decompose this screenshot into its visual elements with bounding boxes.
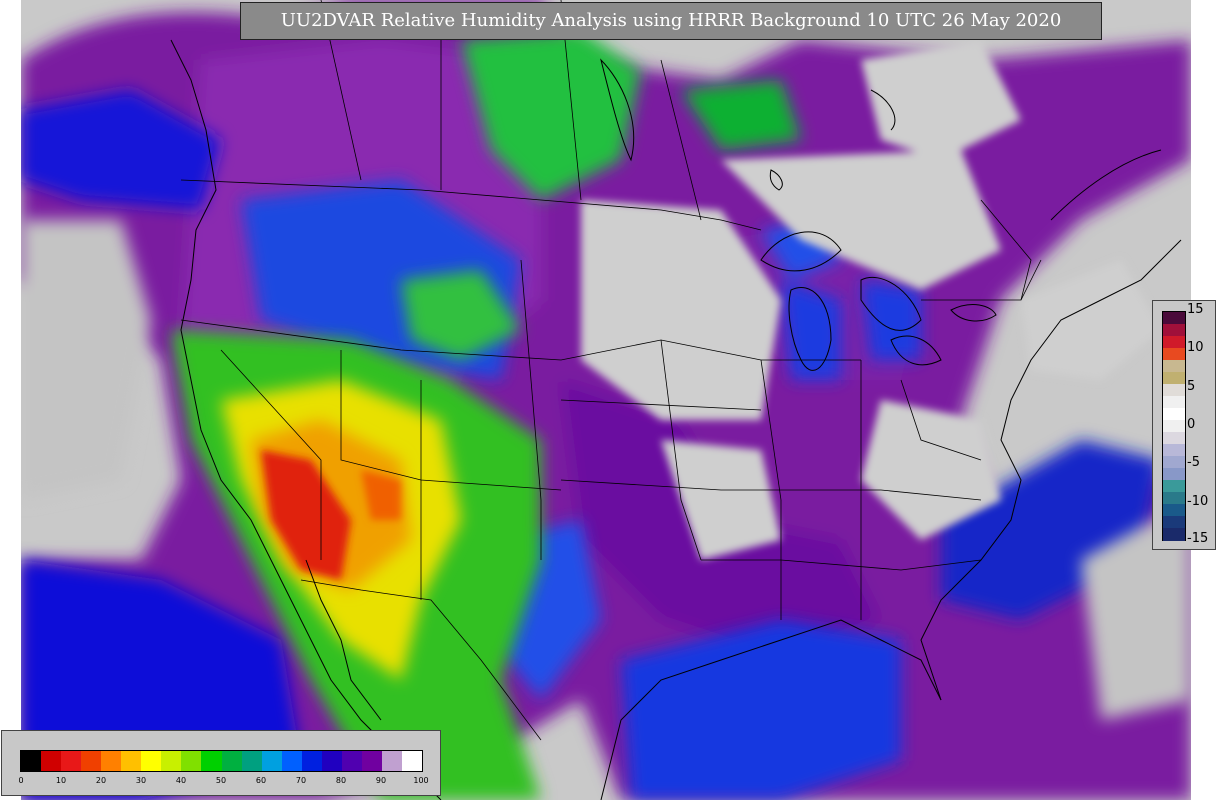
rh-colorbar-swatch — [401, 751, 422, 771]
map-title: UU2DVAR Relative Humidity Analysis using… — [240, 2, 1102, 40]
rh-tick-90: 90 — [375, 776, 387, 785]
rh-colorbar-swatch — [121, 751, 142, 771]
rh-colorbar-swatch — [161, 751, 182, 771]
rh-colorbar-swatch — [61, 751, 82, 771]
difference-colorbar-swatch — [1163, 396, 1185, 409]
rh-colorbar-swatch — [101, 751, 122, 771]
rh-tick-40: 40 — [175, 776, 187, 785]
rh-tick-0: 0 — [18, 776, 24, 785]
rh-colorbar-swatch — [281, 751, 303, 771]
difference-colorbar-swatch — [1163, 468, 1185, 481]
rh-colorbar-swatch — [21, 751, 42, 771]
difference-colorbar-swatch — [1163, 444, 1185, 457]
rh-tick-20: 20 — [95, 776, 107, 785]
diff-tick-10: 10 — [1187, 340, 1204, 355]
rh-colorbar-swatch — [221, 751, 243, 771]
rh-colorbar-swatch — [241, 751, 263, 771]
difference-colorbar-swatch — [1163, 348, 1185, 361]
diff-tick-m10: -10 — [1187, 494, 1209, 509]
diff-tick-15: 15 — [1187, 302, 1204, 317]
difference-colorbar-swatch — [1163, 372, 1185, 385]
difference-colorbar-swatch — [1163, 336, 1185, 349]
rh-colorbar-swatch — [321, 751, 343, 771]
difference-colorbar-swatch — [1163, 480, 1185, 493]
difference-colorbar-swatch — [1163, 432, 1185, 445]
difference-colorbar-swatch — [1163, 324, 1185, 337]
rh-colorbar-swatch — [141, 751, 162, 771]
difference-colorbar-swatch — [1163, 516, 1185, 529]
difference-colorbar-swatch — [1163, 360, 1185, 373]
rh-colorbar-swatch — [201, 751, 222, 771]
difference-colorbar-swatch — [1163, 312, 1185, 325]
rh-colorbar-swatch — [181, 751, 202, 771]
difference-colorbar-swatch — [1163, 456, 1185, 469]
difference-colorbar-swatch — [1163, 408, 1185, 421]
rh-tick-100: 100 — [413, 776, 429, 785]
rh-colorbar-swatch — [361, 751, 383, 771]
map-canvas — [21, 0, 1191, 800]
rh-colorbar-scale — [20, 750, 423, 772]
rh-colorbar-swatch — [381, 751, 403, 771]
rh-tick-50: 50 — [215, 776, 227, 785]
rh-colorbar: 0 10 20 30 40 50 60 70 80 90 100 — [1, 730, 441, 796]
rh-tick-60: 60 — [255, 776, 267, 785]
difference-colorbar-swatch — [1163, 528, 1185, 541]
rh-analysis-map — [21, 0, 1191, 800]
diff-tick-0: 0 — [1187, 417, 1196, 432]
rh-colorbar-swatch — [261, 751, 283, 771]
difference-colorbar-swatch — [1163, 384, 1185, 397]
diff-tick-m15: -15 — [1187, 531, 1209, 546]
difference-colorbar-swatch — [1163, 420, 1185, 433]
rh-tick-10: 10 — [55, 776, 67, 785]
rh-colorbar-swatch — [301, 751, 323, 771]
difference-colorbar-swatch — [1163, 492, 1185, 505]
difference-colorbar-swatch — [1163, 504, 1185, 517]
difference-colorbar-scale — [1162, 311, 1186, 541]
rh-colorbar-swatch — [81, 751, 102, 771]
rh-tick-80: 80 — [335, 776, 347, 785]
diff-tick-5: 5 — [1187, 379, 1196, 394]
difference-colorbar: 15 10 5 0 -5 -10 -15 — [1152, 300, 1216, 550]
rh-tick-30: 30 — [135, 776, 147, 785]
rh-colorbar-swatch — [341, 751, 363, 771]
rh-colorbar-swatch — [41, 751, 62, 771]
rh-tick-70: 70 — [295, 776, 307, 785]
diff-tick-m5: -5 — [1187, 455, 1200, 470]
